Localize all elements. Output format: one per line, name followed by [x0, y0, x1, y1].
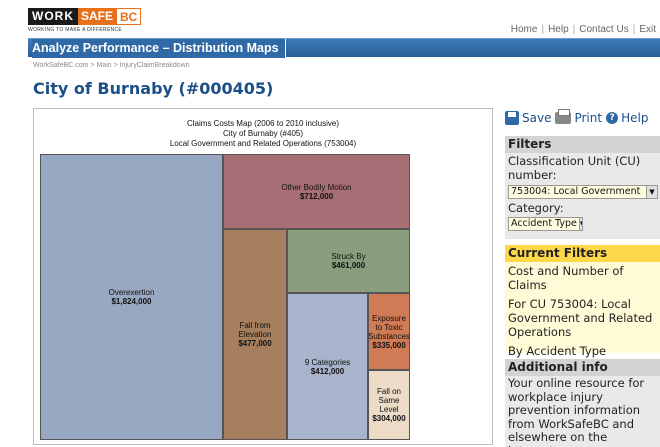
- chevron-down-icon: ▼: [578, 218, 582, 230]
- map-title-line1: Claims Costs Map (2006 to 2010 inclusive…: [186, 119, 340, 128]
- printer-icon: [555, 108, 572, 124]
- tile-value: $461,000: [331, 261, 366, 270]
- help-icon: ?: [606, 111, 619, 124]
- chevron-down-icon: ▼: [646, 186, 657, 198]
- tile-value: $412,000: [310, 366, 345, 376]
- print-button[interactable]: Print: [555, 108, 603, 125]
- tile-9-categories[interactable]: 9 Categories $412,000: [287, 293, 368, 440]
- tile-label: Exposure to Toxic Substances: [368, 313, 410, 341]
- nav-contact-link[interactable]: Contact Us: [579, 24, 628, 35]
- claims-cost-map: Claims Costs Map (2006 to 2010 inclusive…: [33, 108, 493, 445]
- tile-value: $712,000: [299, 191, 334, 201]
- cu-label: Classification Unit (CU) number:: [508, 154, 641, 182]
- page-title: City of Burnaby (#000405): [33, 79, 274, 98]
- tile-other-bodily-motion[interactable]: Other Bodily Motion $712,000: [223, 154, 410, 229]
- tile-value: $477,000: [238, 339, 272, 348]
- tile-label: Struck By: [331, 252, 366, 261]
- help-button[interactable]: ? Help: [606, 111, 648, 125]
- help-label: Help: [621, 110, 649, 125]
- nav-help-link[interactable]: Help: [548, 24, 569, 35]
- section-banner: Analyze Performance – Distribution Maps: [28, 38, 660, 58]
- tile-value: $335,000: [372, 340, 406, 350]
- current-filters-box: Current Filters Cost and Number of Claim…: [505, 245, 660, 358]
- additional-info-heading: Additional info: [505, 359, 660, 376]
- logo-tagline: WORKING TO MAKE A DIFFERENCE: [28, 27, 123, 33]
- additional-info-text[interactable]: Your online resource for workplace injur…: [505, 376, 660, 447]
- cu-select[interactable]: 753004: Local Government ▼: [508, 185, 658, 199]
- tile-fall-on-same-level[interactable]: Fall on Same Level $304,000: [368, 370, 410, 440]
- filters-heading: Filters: [505, 136, 660, 153]
- filters-box: Filters Classification Unit (CU) number:…: [505, 136, 660, 239]
- additional-info-box: Additional info Your online resource for…: [505, 359, 660, 447]
- category-select-value: Accident Type: [511, 218, 577, 229]
- current-filter-cu: For CU 753004: Local Government and Rela…: [508, 297, 653, 339]
- nav-separator: |: [632, 24, 636, 35]
- nav-exit-link[interactable]: Exit: [639, 24, 656, 35]
- tile-label: Fall from Elevation: [238, 321, 272, 339]
- print-label: Print: [574, 110, 603, 125]
- breadcrumb[interactable]: WorkSafeBC.com > Main > InjuryClaimBreak…: [33, 62, 190, 69]
- current-filters-heading: Current Filters: [505, 245, 660, 262]
- tile-label: 9 Categories: [304, 357, 351, 367]
- tile-overexertion[interactable]: Overexertion $1,824,000: [40, 154, 223, 440]
- tile-exposure-to-toxic-substances[interactable]: Exposure to Toxic Substances $335,000: [368, 293, 410, 370]
- tile-value: $1,824,000: [111, 297, 152, 306]
- tile-struck-by[interactable]: Struck By $461,000: [287, 229, 410, 293]
- worksafebc-logo[interactable]: WORK SAFE BC WORKING TO MAKE A DIFFERENC…: [28, 8, 142, 34]
- logo-work-text: WORK: [28, 8, 78, 25]
- tile-label: Fall on Same Level: [376, 387, 401, 414]
- map-title-line2: City of Burnaby (#405): [222, 129, 304, 138]
- cu-select-value: 753004: Local Government: [511, 186, 641, 197]
- tile-fall-from-elevation[interactable]: Fall from Elevation $477,000: [223, 229, 287, 440]
- tile-label: Overexertion: [108, 288, 155, 297]
- tile-label: Other Bodily Motion: [281, 182, 352, 192]
- tile-value: $304,000: [372, 414, 406, 423]
- nav-separator: |: [541, 24, 545, 35]
- nav-home-link[interactable]: Home: [511, 24, 538, 35]
- top-nav: Home | Help | Contact Us | Exit: [511, 24, 656, 35]
- save-button[interactable]: Save: [505, 110, 552, 125]
- logo-safe-text: SAFE: [78, 8, 117, 25]
- save-label: Save: [522, 110, 552, 125]
- nav-separator: |: [572, 24, 576, 35]
- floppy-disk-icon: [505, 110, 519, 125]
- logo-bc-text: BC: [116, 8, 142, 25]
- current-filter-measure: Cost and Number of Claims: [508, 264, 624, 292]
- action-bar: Save Print ? Help: [505, 105, 660, 130]
- banner-title: Analyze Performance – Distribution Maps: [32, 39, 286, 58]
- sidebar: Save Print ? Help Filters Classification…: [505, 105, 660, 447]
- map-title-line3: Local Government and Related Operations …: [169, 139, 357, 148]
- category-select[interactable]: Accident Type ▼: [508, 217, 583, 231]
- category-label: Category:: [508, 201, 564, 215]
